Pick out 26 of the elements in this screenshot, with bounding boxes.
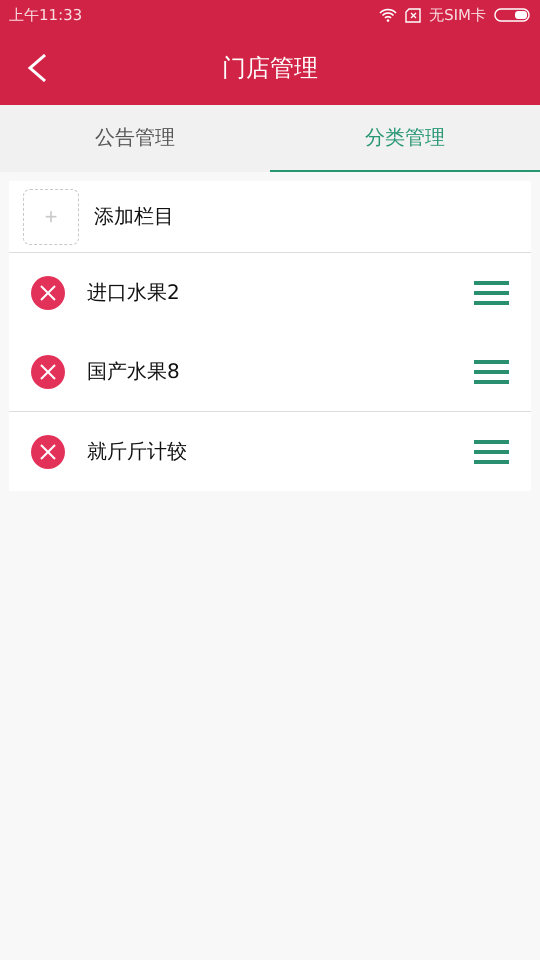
status-time: 上午11:33	[9, 6, 82, 24]
carrier-text: 无SIM卡	[429, 6, 486, 24]
category-name: 就斤斤计较	[87, 438, 188, 465]
delete-button[interactable]	[31, 276, 65, 310]
delete-button[interactable]	[31, 434, 65, 468]
add-button[interactable]: +	[23, 188, 79, 244]
category-name: 国产水果8	[87, 358, 181, 385]
tab[interactable]: 分类管理	[270, 105, 540, 172]
drag-handle[interactable]	[474, 440, 509, 464]
delete-icon	[31, 434, 65, 468]
menu-icon	[474, 440, 509, 464]
back-icon	[26, 52, 48, 82]
menu-icon	[474, 360, 509, 384]
delete-icon	[31, 276, 65, 310]
category-name: 进口水果2	[87, 279, 181, 306]
delete-icon	[31, 354, 65, 388]
page-title: 门店管理	[222, 52, 318, 84]
sim-card-icon	[405, 8, 422, 22]
tab[interactable]: 公告管理	[0, 105, 270, 172]
add-label: 添加栏目	[94, 203, 174, 230]
drag-handle[interactable]	[474, 280, 509, 304]
drag-handle[interactable]	[474, 360, 509, 384]
menu-icon	[474, 280, 509, 304]
wifi-icon	[379, 8, 398, 22]
delete-button[interactable]	[31, 354, 65, 388]
battery-icon	[494, 8, 530, 22]
